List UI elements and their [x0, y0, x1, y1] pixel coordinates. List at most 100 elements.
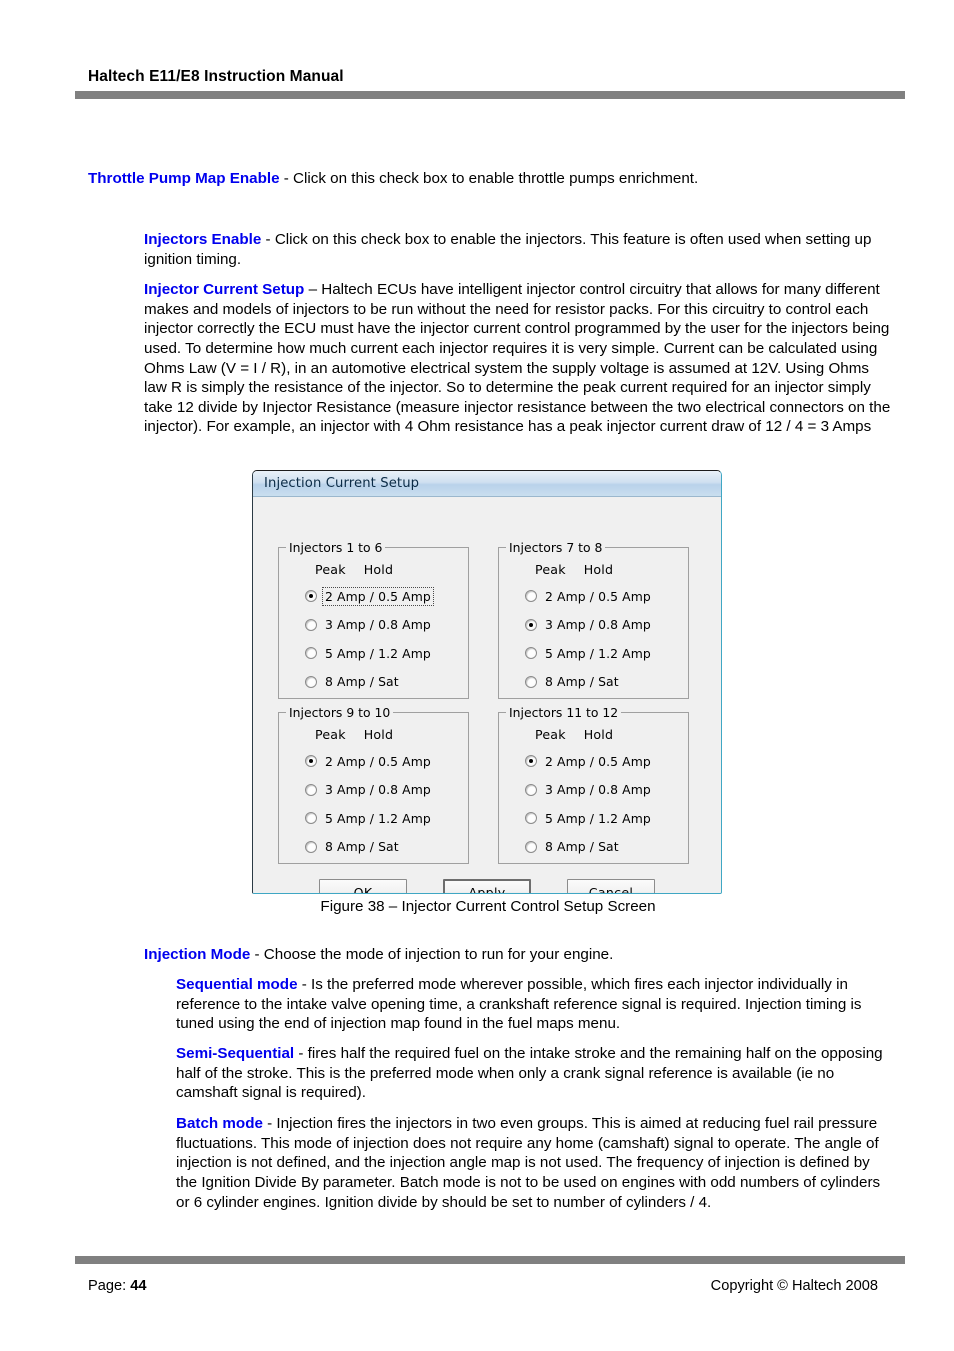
- paragraph-text: - Choose the mode of injection to run fo…: [250, 946, 614, 964]
- radio-icon: [305, 675, 317, 688]
- radio-group: 2 Amp / 0.5 Amp 3 Amp / 0.8 Amp 5 Amp / …: [305, 582, 465, 696]
- radio-label: 3 Amp / 0.8 Amp: [325, 617, 431, 633]
- group-injectors-11-to-12: Injectors 11 to 12 Peak Hold 2 Amp / 0.5 …: [498, 705, 689, 864]
- paragraph-text: – Haltech ECUs have intelligent injector…: [144, 281, 891, 436]
- radio-icon: [525, 647, 537, 660]
- radio-option[interactable]: 8 Amp / Sat: [305, 668, 465, 697]
- figure-38: Injection Current Setup Injectors 1 to 6…: [252, 470, 724, 915]
- radio-option[interactable]: 8 Amp / Sat: [525, 833, 685, 862]
- column-header-peak: Peak: [535, 727, 566, 742]
- column-header-peak: Peak: [535, 562, 566, 577]
- column-header-hold: Hold: [583, 727, 614, 742]
- radio-icon: [305, 812, 317, 825]
- paragraph-text: - Click on this check box to enable thro…: [279, 170, 699, 188]
- radio-label: 2 Amp / 0.5 Amp: [545, 753, 651, 769]
- term-injector-current-setup: Injector Current Setup: [144, 281, 305, 299]
- document-page: Haltech E11/E8 Instruction Manual Thrott…: [0, 0, 954, 1351]
- radio-icon: [305, 783, 317, 796]
- term-injectors-enable: Injectors Enable: [144, 231, 262, 249]
- radio-option[interactable]: 3 Amp / 0.8 Amp: [525, 611, 685, 640]
- term-injection-mode: Injection Mode: [144, 946, 251, 964]
- column-header-peak: Peak: [315, 727, 346, 742]
- radio-option[interactable]: 8 Amp / Sat: [305, 833, 465, 862]
- radio-label: 3 Amp / 0.8 Amp: [325, 782, 431, 798]
- radio-label: 5 Amp / 1.2 Amp: [545, 645, 651, 661]
- copyright-notice: Copyright © Haltech 2008: [710, 1278, 878, 1294]
- radio-icon: [305, 755, 317, 768]
- radio-group: 2 Amp / 0.5 Amp 3 Amp / 0.8 Amp 5 Amp / …: [305, 747, 465, 861]
- term-sequential-mode: Sequential mode: [176, 976, 298, 994]
- ok-button[interactable]: OK: [319, 879, 407, 893]
- radio-option[interactable]: 2 Amp / 0.5 Amp: [525, 747, 685, 776]
- page-label: Page:: [88, 1278, 131, 1294]
- radio-option[interactable]: 3 Amp / 0.8 Amp: [305, 776, 465, 805]
- radio-icon: [305, 840, 317, 853]
- radio-option[interactable]: 2 Amp / 0.5 Amp: [525, 582, 685, 611]
- group-title: Injectors 1 to 6: [286, 540, 386, 555]
- radio-option[interactable]: 5 Amp / 1.2 Amp: [525, 804, 685, 833]
- dialog-body: Injectors 1 to 6 Peak Hold 2 Amp / 0.5 Am…: [253, 497, 721, 893]
- radio-label: 3 Amp / 0.8 Amp: [545, 782, 651, 798]
- column-headers: Peak Hold: [315, 727, 393, 742]
- page-number: 44: [130, 1278, 147, 1294]
- radio-option[interactable]: 5 Amp / 1.2 Amp: [305, 639, 465, 668]
- column-header-hold: Hold: [363, 727, 394, 742]
- paragraph-text: - Injection fires the injectors in two e…: [176, 1115, 881, 1211]
- radio-label: 3 Amp / 0.8 Amp: [545, 617, 651, 633]
- column-headers: Peak Hold: [315, 562, 393, 577]
- radio-option[interactable]: 3 Amp / 0.8 Amp: [525, 776, 685, 805]
- group-title: Injectors 11 to 12: [506, 705, 622, 720]
- group-title: Injectors 9 to 10: [286, 705, 394, 720]
- radio-label: 8 Amp / Sat: [545, 839, 619, 855]
- page-number-block: Page: 44: [88, 1278, 146, 1294]
- radio-label: 5 Amp / 1.2 Amp: [325, 645, 431, 661]
- radio-option[interactable]: 5 Amp / 1.2 Amp: [305, 804, 465, 833]
- radio-option[interactable]: 8 Amp / Sat: [525, 668, 685, 697]
- dialog-button-row: OK Apply Cancel: [253, 879, 721, 893]
- term-throttle-pump-map-enable: Throttle Pump Map Enable: [88, 170, 280, 188]
- radio-icon: [525, 812, 537, 825]
- radio-label: 8 Amp / Sat: [325, 674, 399, 690]
- term-semi-sequential: Semi-Sequential: [176, 1045, 295, 1063]
- page-footer: Page: 44 Copyright © Haltech 2008: [88, 1278, 878, 1294]
- radio-group: 2 Amp / 0.5 Amp 3 Amp / 0.8 Amp 5 Amp / …: [525, 582, 685, 696]
- paragraph-throttle-pump-map-enable: Throttle Pump Map Enable - Click on this…: [88, 169, 888, 189]
- radio-icon: [525, 618, 537, 631]
- radio-icon: [525, 840, 537, 853]
- radio-icon: [525, 755, 537, 768]
- radio-label: 5 Amp / 1.2 Amp: [325, 810, 431, 826]
- footer-rule: [75, 1256, 905, 1264]
- radio-icon: [305, 647, 317, 660]
- radio-icon: [305, 618, 317, 631]
- radio-label: 2 Amp / 0.5 Amp: [545, 588, 651, 604]
- column-header-hold: Hold: [583, 562, 614, 577]
- radio-label: 2 Amp / 0.5 Amp: [322, 586, 434, 606]
- radio-icon: [525, 590, 537, 603]
- radio-option[interactable]: 3 Amp / 0.8 Amp: [305, 611, 465, 640]
- injection-current-setup-dialog: Injection Current Setup Injectors 1 to 6…: [252, 470, 722, 894]
- group-title: Injectors 7 to 8: [506, 540, 606, 555]
- group-injectors-1-to-6: Injectors 1 to 6 Peak Hold 2 Amp / 0.5 Am…: [278, 540, 469, 699]
- radio-option[interactable]: 2 Amp / 0.5 Amp: [305, 582, 465, 611]
- dialog-titlebar[interactable]: Injection Current Setup: [253, 471, 721, 497]
- cancel-button[interactable]: Cancel: [567, 879, 655, 893]
- radio-icon: [525, 675, 537, 688]
- paragraph-batch-mode: Batch mode - Injection fires the injecto…: [176, 1114, 892, 1212]
- paragraph-semi-sequential: Semi-Sequential - fires half the require…: [176, 1044, 892, 1103]
- radio-label: 5 Amp / 1.2 Amp: [545, 810, 651, 826]
- paragraph-injection-mode: Injection Mode - Choose the mode of inje…: [144, 945, 892, 965]
- radio-label: 2 Amp / 0.5 Amp: [325, 753, 431, 769]
- group-injectors-9-to-10: Injectors 9 to 10 Peak Hold 2 Amp / 0.5 A…: [278, 705, 469, 864]
- radio-group: 2 Amp / 0.5 Amp 3 Amp / 0.8 Amp 5 Amp / …: [525, 747, 685, 861]
- column-header-peak: Peak: [315, 562, 346, 577]
- manual-title: Haltech E11/E8 Instruction Manual: [88, 68, 344, 85]
- radio-option[interactable]: 2 Amp / 0.5 Amp: [305, 747, 465, 776]
- radio-icon: [305, 590, 317, 603]
- radio-label: 8 Amp / Sat: [545, 674, 619, 690]
- header-rule: [75, 91, 905, 99]
- radio-option[interactable]: 5 Amp / 1.2 Amp: [525, 639, 685, 668]
- paragraph-injector-current-setup: Injector Current Setup – Haltech ECUs ha…: [144, 280, 892, 437]
- column-headers: Peak Hold: [535, 562, 613, 577]
- apply-button[interactable]: Apply: [443, 879, 531, 893]
- figure-caption: Figure 38 – Injector Current Control Set…: [320, 898, 656, 915]
